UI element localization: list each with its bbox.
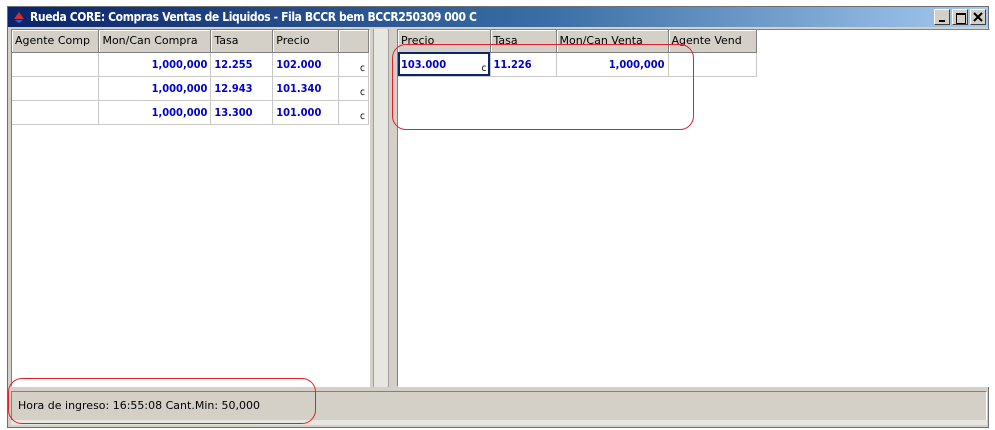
flag-label: c xyxy=(360,86,365,98)
flag-cell: c xyxy=(338,52,369,77)
header-precio[interactable]: Precio xyxy=(272,30,340,53)
restore-button[interactable] xyxy=(952,9,968,25)
precio-value: 103.000 xyxy=(401,57,447,71)
restore-icon xyxy=(956,13,966,24)
header-agente-vend[interactable]: Agente Vend xyxy=(668,30,757,53)
agente-cell[interactable] xyxy=(12,52,100,77)
sell-grid-pane: Precio Tasa Mon/Can Venta Agente Vend 10… xyxy=(397,29,990,387)
flag-label: c xyxy=(360,62,365,74)
flag-cell: c xyxy=(338,76,369,101)
minimize-icon xyxy=(939,20,945,22)
window-controls xyxy=(934,9,986,25)
monto-cell[interactable]: 1,000,000 xyxy=(98,76,212,101)
precio-cell[interactable]: 102.000 xyxy=(272,52,340,77)
table-row[interactable]: 1,000,000 12.943 101.340 c xyxy=(12,76,369,101)
sell-grid-header: Precio Tasa Mon/Can Venta Agente Vend xyxy=(398,30,757,53)
sell-grid: Precio Tasa Mon/Can Venta Agente Vend 10… xyxy=(398,30,757,77)
header-mon-can-compra[interactable]: Mon/Can Compra xyxy=(98,30,212,53)
horizontal-scrollbar[interactable] xyxy=(11,420,987,425)
table-row[interactable]: 1,000,000 12.255 102.000 c xyxy=(12,52,369,77)
window-title: Rueda CORE: Compras Ventas de Liquidos -… xyxy=(30,10,477,24)
tasa-cell[interactable]: 13.300 xyxy=(210,100,274,125)
flag-label: c xyxy=(481,62,487,74)
tasa-cell[interactable]: 12.943 xyxy=(210,76,274,101)
monto-cell[interactable]: 1,000,000 xyxy=(556,52,669,77)
app-icon xyxy=(14,12,24,23)
close-icon xyxy=(973,12,983,22)
tasa-cell[interactable]: 11.226 xyxy=(490,52,557,77)
monto-cell[interactable]: 1,000,000 xyxy=(98,52,212,77)
header-precio[interactable]: Precio xyxy=(398,30,491,53)
status-bar: Hora de ingreso: 16:55:08 Cant.Min: 50,0… xyxy=(11,391,987,421)
tasa-cell[interactable]: 12.255 xyxy=(210,52,274,77)
header-tasa[interactable]: Tasa xyxy=(210,30,274,53)
header-agente-comp[interactable]: Agente Comp xyxy=(12,30,100,53)
precio-cell[interactable]: 103.000 c xyxy=(398,52,491,77)
header-mon-can-venta[interactable]: Mon/Can Venta xyxy=(556,30,669,53)
agente-cell[interactable] xyxy=(12,100,100,125)
buy-grid-header: Agente Comp Mon/Can Compra Tasa Precio xyxy=(12,30,369,53)
agente-cell[interactable] xyxy=(12,76,100,101)
header-tasa[interactable]: Tasa xyxy=(490,30,557,53)
minimize-button[interactable] xyxy=(934,9,950,25)
table-row[interactable]: 1,000,000 13.300 101.000 c xyxy=(12,100,369,125)
header-flag xyxy=(338,30,369,53)
close-button[interactable] xyxy=(970,9,986,25)
flag-cell: c xyxy=(338,100,369,125)
precio-cell[interactable]: 101.000 xyxy=(272,100,340,125)
table-row[interactable]: 103.000 c 11.226 1,000,000 xyxy=(398,52,757,77)
splitter-bar[interactable] xyxy=(373,29,389,387)
order-book-window: Rueda CORE: Compras Ventas de Liquidos -… xyxy=(7,6,990,428)
status-text: Hora de ingreso: 16:55:08 Cant.Min: 50,0… xyxy=(18,399,261,412)
flag-label: c xyxy=(360,110,365,122)
monto-cell[interactable]: 1,000,000 xyxy=(98,100,212,125)
buy-grid: Agente Comp Mon/Can Compra Tasa Precio 1… xyxy=(12,30,369,125)
buy-grid-pane: Agente Comp Mon/Can Compra Tasa Precio 1… xyxy=(11,29,370,387)
title-bar[interactable]: Rueda CORE: Compras Ventas de Liquidos -… xyxy=(8,7,988,27)
agente-cell[interactable] xyxy=(668,52,757,77)
precio-cell[interactable]: 101.340 xyxy=(272,76,340,101)
